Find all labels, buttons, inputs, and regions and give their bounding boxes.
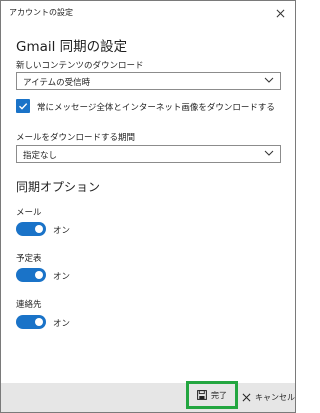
calendar-sync-toggle[interactable] [16,268,46,282]
done-button-label: 完了 [211,390,227,400]
chevron-down-icon [264,77,274,83]
contacts-sync-label: 連絡先 [16,300,42,310]
cancel-button-label: キャンセル [255,392,295,402]
mail-sync-state: オン [53,226,71,236]
window-title: アカウントの設定 [9,8,73,17]
download-period-value: 指定なし [23,151,58,161]
mail-sync-label: メール [16,208,42,218]
calendar-sync-label: 予定表 [16,254,42,264]
mail-sync-toggle[interactable] [16,222,46,236]
done-button[interactable]: 完了 [186,381,238,409]
save-icon [197,390,207,400]
check-icon [19,103,28,110]
download-content-dropdown[interactable]: アイテムの受信時 [16,72,281,90]
toggle-knob [35,271,43,279]
download-period-dropdown[interactable]: 指定なし [16,145,281,163]
calendar-sync-state: オン [53,272,71,282]
title-bar: アカウントの設定 [1,1,295,25]
sync-options-title: 同期オプション [16,180,101,194]
close-button[interactable] [265,1,295,25]
contacts-sync-state: オン [53,319,71,329]
toggle-knob [35,225,43,233]
close-icon [276,9,284,17]
full-message-checkbox[interactable] [16,99,30,113]
full-message-checkbox-label: 常にメッセージ全体とインターネット画像をダウンロードする [37,103,275,113]
download-content-value: アイテムの受信時 [23,78,91,88]
contacts-sync-toggle[interactable] [16,315,46,329]
account-settings-dialog: アカウントの設定 Gmail 同期の設定 新しいコンテンツのダウンロード アイテ… [0,0,296,413]
cancel-icon [242,393,251,401]
download-content-label: 新しいコンテンツのダウンロード [16,61,144,71]
chevron-down-icon [264,150,274,156]
cancel-button[interactable]: キャンセル [242,387,295,407]
toggle-knob [35,318,43,326]
download-period-label: メールをダウンロードする期間 [16,133,136,143]
page-title: Gmail 同期の設定 [16,39,128,55]
